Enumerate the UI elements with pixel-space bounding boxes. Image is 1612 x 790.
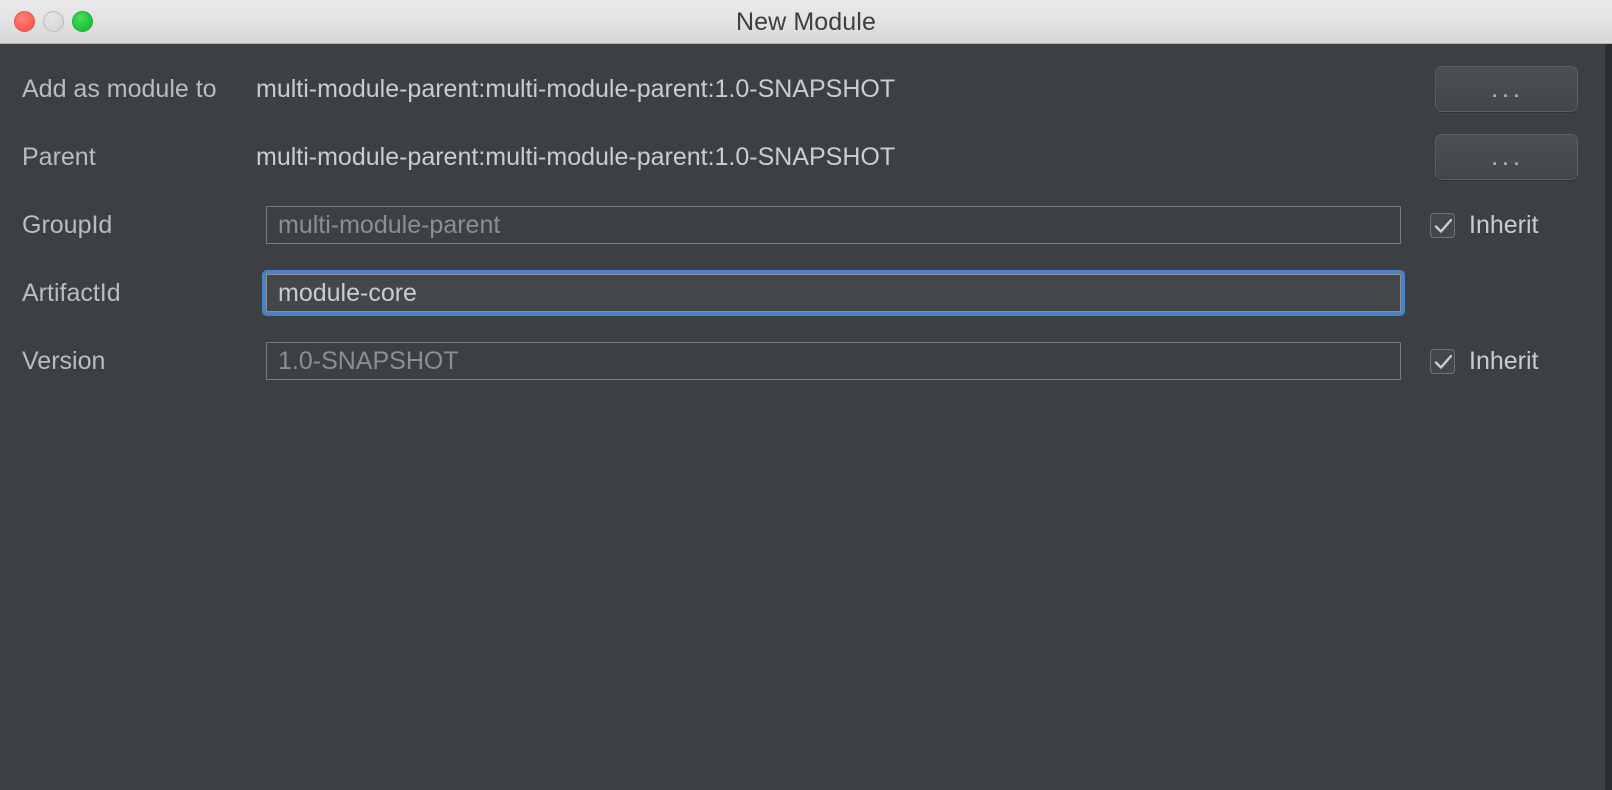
groupid-inherit-label: Inherit (1469, 210, 1539, 239)
groupid-input[interactable]: multi-module-parent (262, 202, 1405, 248)
window-title: New Module (736, 8, 876, 36)
browse-add-as-module-to-button[interactable]: ... (1435, 66, 1578, 112)
row-add-as-module-to: Add as module to multi-module-parent:mul… (0, 66, 1605, 112)
row-groupid: GroupId multi-module-parent Inherit (0, 202, 1605, 248)
label-parent: Parent (22, 143, 96, 171)
new-module-dialog: New Module Add as module to multi-module… (0, 0, 1612, 790)
label-add-as-module-to: Add as module to (22, 75, 217, 103)
version-input-value: 1.0-SNAPSHOT (278, 347, 459, 375)
groupid-inherit-checkbox[interactable] (1430, 212, 1455, 238)
groupid-input-box: multi-module-parent (266, 206, 1401, 244)
checkmark-icon (1434, 354, 1453, 369)
artifactid-input[interactable]: module-core (262, 270, 1405, 316)
row-artifactid: ArtifactId module-core (0, 270, 1605, 316)
artifactid-input-value: module-core (278, 279, 417, 307)
groupid-inherit-checkbox-row[interactable]: Inherit (1430, 202, 1538, 248)
value-add-as-module-to: multi-module-parent:multi-module-parent:… (256, 75, 896, 103)
version-input-box: 1.0-SNAPSHOT (266, 342, 1401, 380)
version-input[interactable]: 1.0-SNAPSHOT (262, 338, 1405, 384)
version-inherit-checkbox[interactable] (1430, 348, 1455, 374)
artifactid-input-box: module-core (266, 274, 1401, 312)
label-groupid: GroupId (22, 211, 113, 239)
window-titlebar: New Module (0, 0, 1612, 44)
browse-parent-button[interactable]: ... (1435, 134, 1578, 180)
groupid-input-value: multi-module-parent (278, 211, 501, 239)
row-version: Version 1.0-SNAPSHOT Inherit (0, 338, 1605, 384)
ellipsis-icon: ... (1491, 75, 1524, 103)
dialog-content: Add as module to multi-module-parent:mul… (0, 44, 1612, 790)
version-inherit-label: Inherit (1469, 346, 1539, 375)
value-parent: multi-module-parent:multi-module-parent:… (256, 143, 896, 171)
label-version: Version (22, 347, 106, 375)
checkmark-icon (1434, 218, 1453, 233)
row-parent: Parent multi-module-parent:multi-module-… (0, 134, 1605, 180)
version-inherit-checkbox-row[interactable]: Inherit (1430, 338, 1538, 384)
ellipsis-icon: ... (1491, 143, 1524, 171)
label-artifactid: ArtifactId (22, 279, 121, 307)
